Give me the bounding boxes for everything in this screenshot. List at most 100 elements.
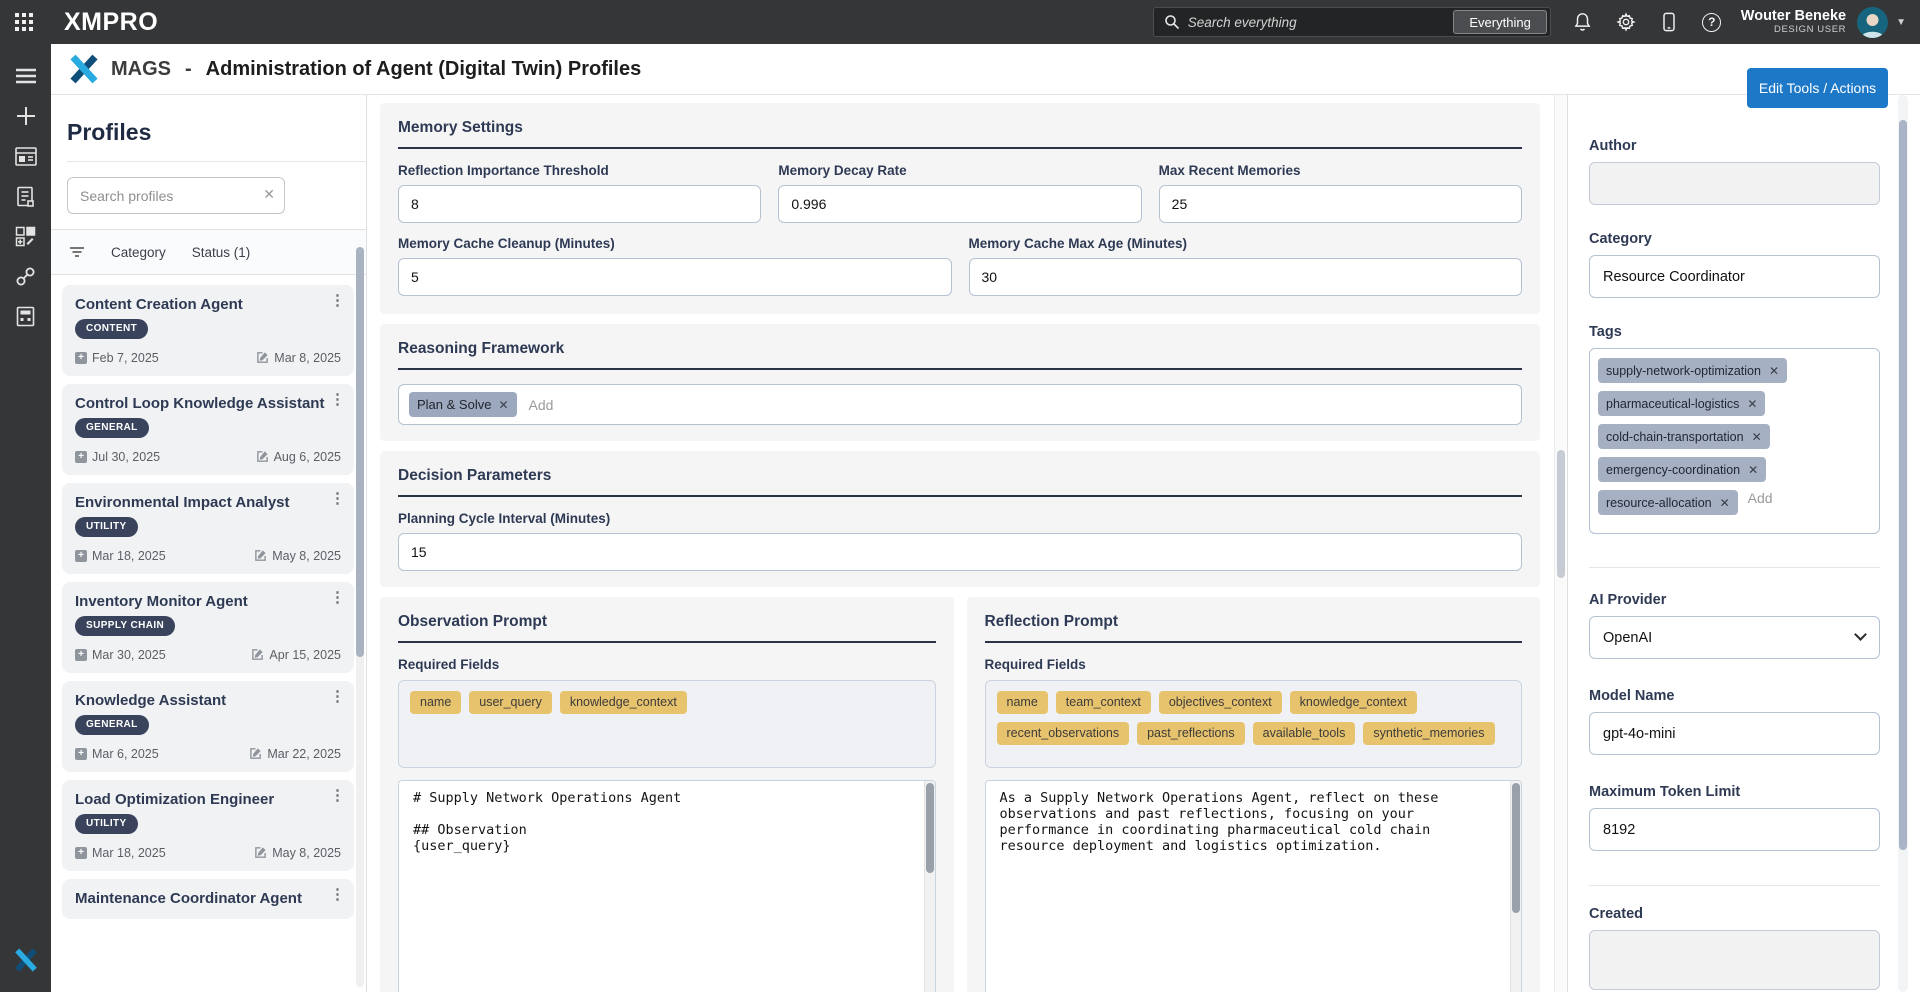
- user-name: Wouter Beneke: [1741, 8, 1846, 25]
- dashboard-icon[interactable]: [6, 136, 46, 176]
- agent-name: Environmental Impact Analyst: [75, 494, 341, 512]
- observation-prompt-textarea[interactable]: # Supply Network Operations Agent ## Obs…: [398, 780, 936, 992]
- planning-cycle-input[interactable]: [398, 533, 1522, 571]
- framework-tag-input[interactable]: Plan & Solve ✕ Add: [398, 384, 1522, 425]
- required-fields-box: nameuser_queryknowledge_context: [398, 680, 936, 768]
- kebab-menu-icon[interactable]: ⋮: [330, 690, 345, 704]
- kebab-menu-icon[interactable]: ⋮: [330, 888, 345, 902]
- help-icon[interactable]: ?: [1701, 11, 1723, 33]
- divider: [1589, 567, 1880, 568]
- remove-framework-icon[interactable]: ✕: [498, 399, 508, 411]
- details-scrollbar-thumb[interactable]: [1899, 120, 1907, 850]
- profile-card[interactable]: Maintenance Coordinator Agent ⋮ +: [62, 879, 354, 919]
- author-input: [1589, 162, 1880, 205]
- created-icon: +: [75, 748, 87, 760]
- filter-status[interactable]: Status (1): [192, 245, 251, 260]
- created-date: + Mar 30, 2025: [75, 648, 166, 662]
- settings-gear-icon[interactable]: [1615, 11, 1637, 33]
- remove-tag-icon[interactable]: ✕: [1769, 365, 1779, 377]
- kebab-menu-icon[interactable]: ⋮: [330, 294, 345, 308]
- ai-provider-select[interactable]: OpenAI: [1589, 616, 1880, 659]
- remove-tag-icon[interactable]: ✕: [1748, 464, 1758, 476]
- field-label: Memory Cache Cleanup (Minutes): [398, 236, 952, 251]
- global-search[interactable]: Everything: [1153, 7, 1551, 37]
- profiles-search-input[interactable]: [67, 177, 285, 214]
- tags-label: Tags: [1589, 324, 1880, 340]
- edit-tools-actions-button[interactable]: Edit Tools / Actions: [1747, 68, 1888, 108]
- max-token-label: Maximum Token Limit: [1589, 784, 1880, 800]
- profile-card[interactable]: Knowledge Assistant ⋮ GENERAL + Mar 6, 2…: [62, 681, 354, 772]
- category-badge: CONTENT: [75, 319, 148, 339]
- model-name-input[interactable]: [1589, 712, 1880, 755]
- main-scrollbar: [1554, 95, 1566, 992]
- app-blocks-icon[interactable]: [6, 216, 46, 256]
- profile-editor: Memory Settings Reflection Importance Th…: [367, 95, 1554, 992]
- created-date: + Feb 7, 2025: [75, 351, 159, 365]
- kebab-menu-icon[interactable]: ⋮: [330, 492, 345, 506]
- textarea-scrollbar-thumb[interactable]: [1512, 783, 1520, 913]
- remove-tag-icon[interactable]: ✕: [1752, 431, 1762, 443]
- user-menu-caret-icon[interactable]: ▼: [1896, 17, 1906, 28]
- remove-tag-icon[interactable]: ✕: [1747, 398, 1757, 410]
- decision-parameters-section: Decision Parameters Planning Cycle Inter…: [380, 451, 1540, 587]
- created-date: + Mar 6, 2025: [75, 747, 159, 761]
- tag-pill: supply-network-optimization ✕: [1598, 358, 1787, 383]
- field-input[interactable]: [398, 185, 761, 223]
- field-input[interactable]: [969, 258, 1523, 296]
- field-input[interactable]: [1159, 185, 1522, 223]
- kebab-menu-icon[interactable]: ⋮: [330, 393, 345, 407]
- user-menu[interactable]: Wouter Beneke DESIGN USER: [1741, 8, 1846, 36]
- search-scope-button[interactable]: Everything: [1453, 10, 1546, 34]
- topbar-right: Everything ? Wouter Beneke DESIGN USER ▼: [1153, 7, 1906, 38]
- profile-card[interactable]: Inventory Monitor Agent ⋮ SUPPLY CHAIN +…: [62, 582, 354, 673]
- created-label: Created: [1589, 906, 1880, 922]
- clear-search-icon[interactable]: ✕: [263, 186, 275, 203]
- form-field: Reflection Importance Threshold: [398, 163, 761, 223]
- field-input[interactable]: [398, 258, 952, 296]
- xmpro-logo: XMPRO: [64, 8, 158, 37]
- kebab-menu-icon[interactable]: ⋮: [330, 591, 345, 605]
- profile-card[interactable]: Control Loop Knowledge Assistant ⋮ GENER…: [62, 384, 354, 475]
- connections-link-icon[interactable]: [6, 256, 46, 296]
- category-badge: GENERAL: [75, 418, 149, 438]
- profiles-title: Profiles: [67, 119, 350, 146]
- user-avatar[interactable]: [1857, 7, 1888, 38]
- edit-pencil-icon: [251, 648, 264, 661]
- field-input[interactable]: [778, 185, 1141, 223]
- form-field: Max Recent Memories: [1159, 163, 1522, 223]
- textarea-scrollbar-thumb[interactable]: [926, 783, 934, 873]
- modified-date: Aug 6, 2025: [256, 450, 341, 464]
- profile-card[interactable]: Content Creation Agent ⋮ CONTENT + Feb 7…: [62, 285, 354, 376]
- required-fields-label: Required Fields: [985, 657, 1523, 672]
- calculator-icon[interactable]: [6, 296, 46, 336]
- edit-pencil-icon: [249, 747, 262, 760]
- profile-card[interactable]: Environmental Impact Analyst ⋮ UTILITY +…: [62, 483, 354, 574]
- apps-grid-icon[interactable]: [10, 8, 38, 36]
- app-name: MAGS: [111, 58, 171, 81]
- observation-prompt-section: Observation Prompt Required Fields nameu…: [380, 597, 954, 992]
- add-new-icon[interactable]: [6, 96, 46, 136]
- required-field-tag: objectives_context: [1159, 691, 1282, 714]
- tags-input[interactable]: supply-network-optimization ✕ pharmaceut…: [1589, 348, 1880, 534]
- max-token-input[interactable]: [1589, 808, 1880, 851]
- search-input[interactable]: [1188, 15, 1454, 30]
- model-name-label: Model Name: [1589, 688, 1880, 704]
- filter-category[interactable]: Category: [111, 245, 166, 260]
- required-field-tag: knowledge_context: [560, 691, 687, 714]
- notifications-bell-icon[interactable]: [1572, 11, 1594, 33]
- required-field-tag: name: [997, 691, 1048, 714]
- mobile-device-icon[interactable]: [1658, 11, 1680, 33]
- forms-document-icon[interactable]: [6, 176, 46, 216]
- remove-tag-icon[interactable]: ✕: [1720, 497, 1730, 509]
- form-field: Memory Cache Max Age (Minutes): [969, 236, 1523, 296]
- user-role: DESIGN USER: [1741, 25, 1846, 36]
- kebab-menu-icon[interactable]: ⋮: [330, 789, 345, 803]
- profiles-scrollbar-thumb[interactable]: [356, 247, 364, 657]
- xmpro-footer-logo: [6, 940, 46, 980]
- profile-card[interactable]: Load Optimization Engineer ⋮ UTILITY + M…: [62, 780, 354, 871]
- main-scrollbar-thumb[interactable]: [1557, 450, 1565, 578]
- reflection-prompt-textarea[interactable]: As a Supply Network Operations Agent, re…: [985, 780, 1523, 992]
- category-input[interactable]: [1589, 255, 1880, 298]
- modified-date: May 8, 2025: [254, 549, 341, 563]
- menu-hamburger-icon[interactable]: [6, 56, 46, 96]
